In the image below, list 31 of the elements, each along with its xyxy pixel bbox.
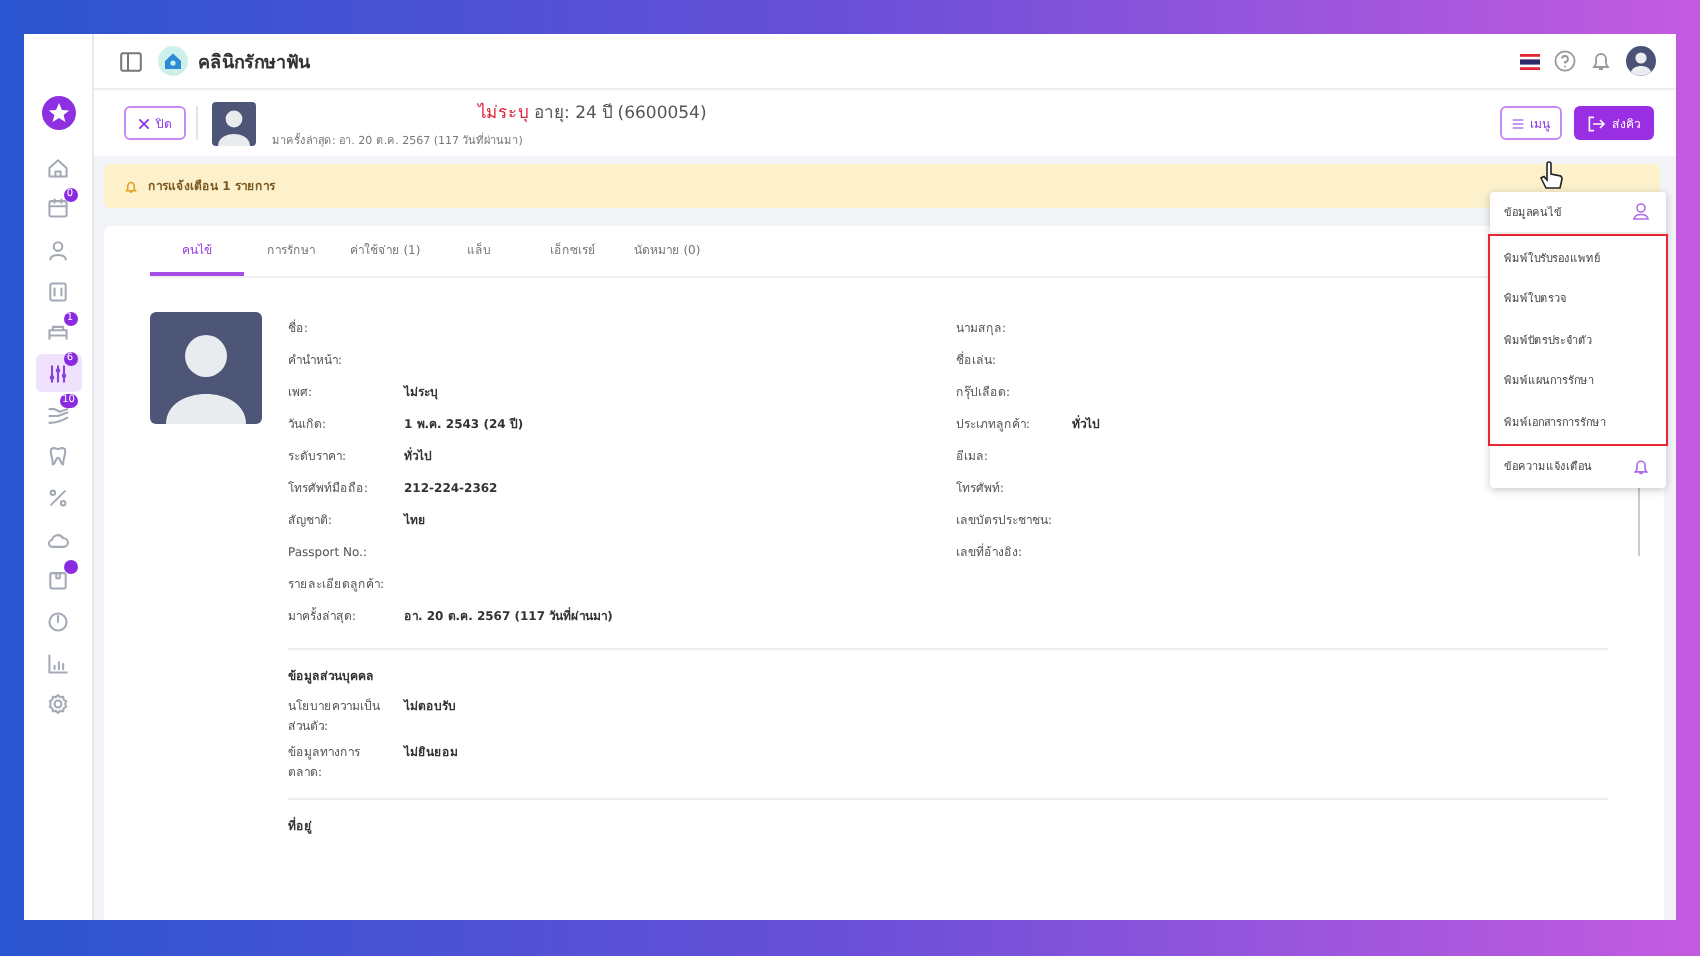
flag-icon [1520, 53, 1540, 69]
frame-icon [46, 279, 70, 304]
box-icon [46, 568, 70, 593]
home-icon [46, 155, 70, 179]
user-icon [46, 237, 70, 262]
patient-age: อายุ: 24 ปี (6600054) [534, 101, 707, 126]
settings-icon [46, 692, 70, 717]
avatar-icon [1626, 46, 1656, 76]
menu-icon [1512, 115, 1524, 131]
sliders-icon [46, 361, 70, 386]
logo-icon [41, 96, 75, 130]
profile-photo-icon [150, 312, 262, 424]
calendar-icon [46, 196, 70, 221]
help-icon [1554, 50, 1576, 72]
tooth-icon [46, 444, 70, 469]
bar-chart-icon [46, 651, 70, 676]
clinic-logo-icon [158, 46, 188, 76]
clinic-title: คลินิกรักษาฟัน [198, 50, 310, 75]
user-icon [1632, 202, 1650, 221]
bed-icon [46, 320, 70, 345]
patient-avatar-icon [212, 101, 256, 145]
exit-icon [1588, 115, 1606, 131]
percent-icon [46, 486, 70, 510]
hand-icon [46, 403, 70, 428]
patient-gender: ไม่ระบุ [478, 100, 528, 126]
panel-toggle-icon [120, 51, 142, 71]
bell-icon [1590, 50, 1612, 72]
gauge-icon [46, 610, 70, 635]
close-icon [138, 117, 150, 129]
bell-icon [1632, 457, 1650, 476]
bell-icon [124, 179, 138, 193]
